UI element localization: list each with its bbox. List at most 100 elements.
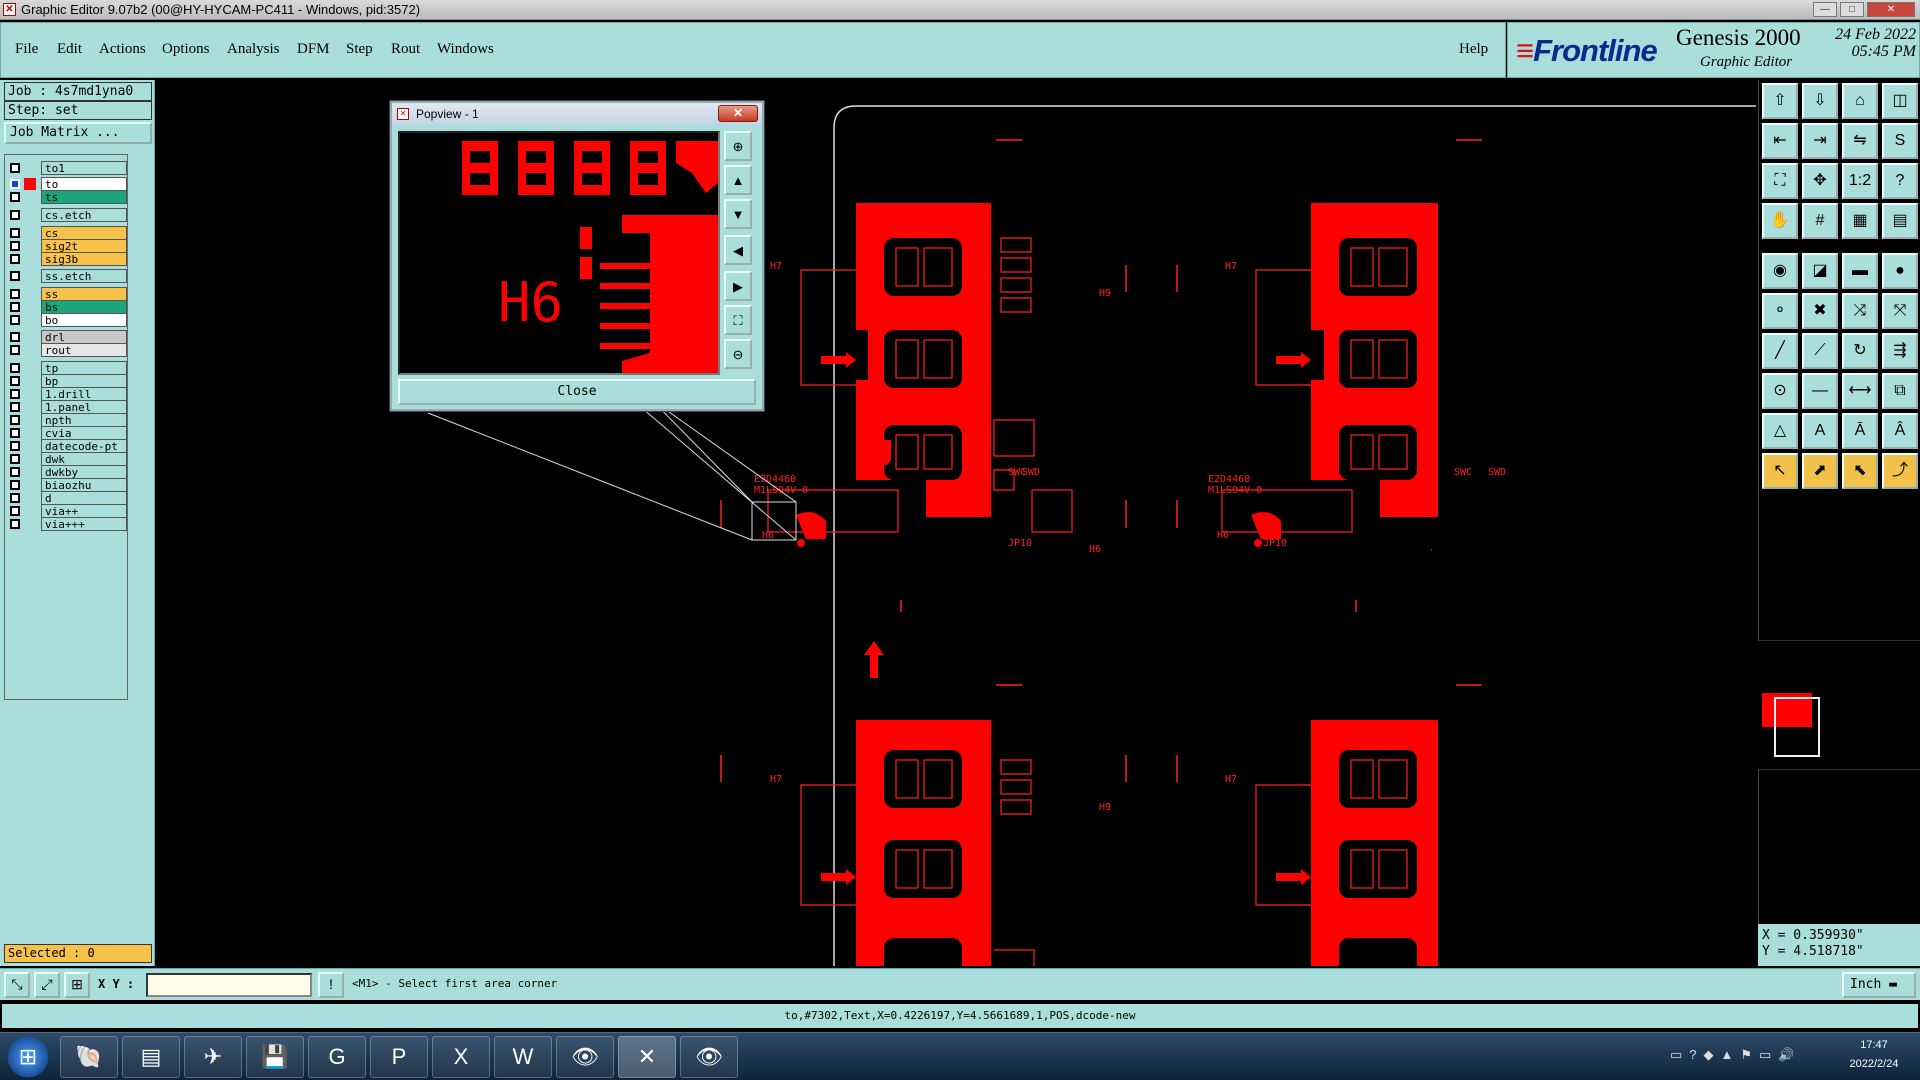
- pad-icon[interactable]: ◉: [1762, 253, 1798, 289]
- minimize-button[interactable]: —: [1813, 2, 1837, 17]
- pan-icon[interactable]: ✋: [1762, 203, 1798, 239]
- layer-row-bs[interactable]: bs: [5, 300, 129, 314]
- layer-row-dwkby[interactable]: dwkby: [5, 465, 129, 479]
- ruler-icon[interactable]: ▬: [1842, 253, 1878, 289]
- popview-zoom-fit-icon[interactable]: ⛶: [724, 305, 752, 335]
- layer-row-rout[interactable]: rout: [5, 343, 129, 357]
- snap-icon[interactable]: S: [1882, 123, 1918, 159]
- menu-step[interactable]: Step: [346, 41, 373, 58]
- select-poly-icon[interactable]: ⬉: [1842, 453, 1878, 489]
- layer-row-datecode-pt[interactable]: datecode-pt: [5, 439, 129, 453]
- layer-checkbox[interactable]: [10, 210, 20, 220]
- select-icon[interactable]: ↖: [1762, 453, 1798, 489]
- taskbar-notepad-icon[interactable]: ▤: [122, 1036, 180, 1078]
- layer-row-via-[interactable]: via++: [5, 504, 129, 518]
- zoom-reset-icon[interactable]: ⤢: [34, 972, 60, 998]
- grid-icon[interactable]: #: [1802, 203, 1838, 239]
- home-icon[interactable]: ⌂: [1842, 83, 1878, 119]
- node-link-icon[interactable]: ⚬: [1762, 293, 1798, 329]
- layer-row-1-drill[interactable]: 1.drill: [5, 387, 129, 401]
- layer-down-icon[interactable]: ⇩: [1802, 83, 1838, 119]
- arc-icon[interactable]: ↻: [1842, 333, 1878, 369]
- layer-row-1-panel[interactable]: 1.panel: [5, 400, 129, 414]
- taskbar-green-app-icon[interactable]: P: [370, 1036, 428, 1078]
- layer-checkbox[interactable]: [10, 363, 20, 373]
- layer-row-cs-etch[interactable]: cs.etch: [5, 208, 129, 222]
- layer-checkbox[interactable]: [10, 315, 20, 325]
- layer-checkbox[interactable]: [10, 163, 20, 173]
- layer-row-via-[interactable]: via+++: [5, 517, 129, 531]
- popview-pan-up-icon[interactable]: ▲: [724, 165, 752, 195]
- layer-row-dwk[interactable]: dwk: [5, 452, 129, 466]
- popview-pan-left-icon[interactable]: ◀: [724, 235, 752, 265]
- menu-file[interactable]: File: [15, 41, 38, 58]
- text-edit-icon[interactable]: Ā: [1842, 413, 1878, 449]
- taskbar-word-icon[interactable]: W: [494, 1036, 552, 1078]
- line-draw-icon[interactable]: ◪: [1802, 253, 1838, 289]
- layer-row-npth[interactable]: npth: [5, 413, 129, 427]
- layer-checkbox[interactable]: [10, 376, 20, 386]
- taskbar-genesis-icon[interactable]: ✕: [618, 1036, 676, 1078]
- circle-fill-icon[interactable]: ●: [1882, 253, 1918, 289]
- layer-checkbox[interactable]: [10, 428, 20, 438]
- taskbar-shell-icon[interactable]: 🐚: [60, 1036, 118, 1078]
- layer-checkbox[interactable]: [10, 254, 20, 264]
- taskbar-save-icon[interactable]: 💾: [246, 1036, 304, 1078]
- popview-pan-down-icon[interactable]: ▼: [724, 199, 752, 229]
- measure-icon[interactable]: ⟷: [1842, 373, 1878, 409]
- split-icon[interactable]: ⇶: [1882, 333, 1918, 369]
- layer-switch-icon[interactable]: ▦: [1842, 203, 1878, 239]
- layer-checkbox[interactable]: [10, 493, 20, 503]
- popview-close-icon[interactable]: ✕: [718, 105, 758, 122]
- start-button[interactable]: ⊞: [2, 1036, 54, 1078]
- overview-minimap[interactable]: [1758, 640, 1920, 770]
- layer-checkbox[interactable]: [10, 302, 20, 312]
- taskbar-chat-icon[interactable]: ✈: [184, 1036, 242, 1078]
- popview-close-button[interactable]: Close: [398, 379, 756, 405]
- layer-row-d[interactable]: d: [5, 491, 129, 505]
- line-icon[interactable]: ╱: [1762, 333, 1798, 369]
- menu-dfm[interactable]: DFM: [297, 41, 330, 58]
- layer-toggle-icon[interactable]: ▤: [1882, 203, 1918, 239]
- fit-screen-icon[interactable]: ⛶: [1762, 163, 1798, 199]
- horizontal-line-icon[interactable]: —: [1802, 373, 1838, 409]
- layer-checkbox[interactable]: [10, 332, 20, 342]
- window-split-icon[interactable]: ◫: [1882, 83, 1918, 119]
- layer-checkbox[interactable]: [10, 519, 20, 529]
- layer-row-bo[interactable]: bo: [5, 313, 129, 327]
- query-icon[interactable]: ?: [1882, 163, 1918, 199]
- zoom-area-icon[interactable]: ⤡: [4, 972, 30, 998]
- system-tray[interactable]: ▭?◆▲⚑▭🔊: [1670, 1047, 1802, 1063]
- copy-icon[interactable]: ⧉: [1882, 373, 1918, 409]
- layer-checkbox[interactable]: [10, 402, 20, 412]
- menu-windows[interactable]: Windows: [437, 41, 494, 58]
- layer-checkbox[interactable]: [10, 454, 20, 464]
- menu-edit[interactable]: Edit: [57, 41, 82, 58]
- layer-row-tp[interactable]: tp: [5, 361, 129, 375]
- layer-checkbox[interactable]: [10, 480, 20, 490]
- layer-checkbox[interactable]: [10, 271, 20, 281]
- step-right-icon[interactable]: ⇥: [1802, 123, 1838, 159]
- layer-row-bp[interactable]: bp: [5, 374, 129, 388]
- alert-icon[interactable]: !: [318, 972, 344, 998]
- move-node-icon[interactable]: ⤧: [1882, 293, 1918, 329]
- text-style-icon[interactable]: Â: [1882, 413, 1918, 449]
- popview-zoom-out-icon[interactable]: ⊖: [724, 339, 752, 369]
- layer-row-ts[interactable]: ts: [5, 190, 129, 204]
- layer-row-ss[interactable]: ss: [5, 287, 129, 301]
- layer-checkbox[interactable]: [10, 415, 20, 425]
- layer-checkbox[interactable]: [10, 345, 20, 355]
- menu-help[interactable]: Help: [1459, 41, 1488, 58]
- taskbar-eye-app-icon[interactable]: 👁: [556, 1036, 614, 1078]
- mirror-icon[interactable]: ⇋: [1842, 123, 1878, 159]
- layer-checkbox[interactable]: [10, 241, 20, 251]
- triangle-icon[interactable]: △: [1762, 413, 1798, 449]
- layer-row-cs[interactable]: cs: [5, 226, 129, 240]
- layer-checkbox[interactable]: [10, 179, 20, 189]
- unit-selector[interactable]: Inch ▬: [1842, 972, 1916, 998]
- scale-1-2-icon[interactable]: 1:2: [1842, 163, 1878, 199]
- taskbar-red-app-icon[interactable]: G: [308, 1036, 366, 1078]
- diag-line-icon[interactable]: ⟋: [1802, 333, 1838, 369]
- layer-checkbox[interactable]: [10, 228, 20, 238]
- select-rect-icon[interactable]: ⬈: [1802, 453, 1838, 489]
